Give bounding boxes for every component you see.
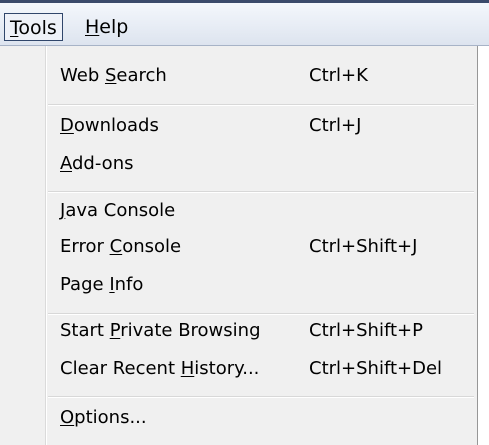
- menu-item-clear-recent-history[interactable]: Clear Recent History... Ctrl+Shift+Del: [0, 349, 478, 389]
- menu-tools-label-post: ools: [18, 17, 57, 39]
- menu-item-label: Options...: [60, 407, 147, 428]
- menu-help[interactable]: Help: [80, 13, 133, 41]
- menu-item-label: Web Search: [60, 65, 167, 86]
- menu-item-label: Downloads: [60, 115, 159, 136]
- menu-item-downloads[interactable]: Downloads Ctrl+J: [0, 106, 478, 146]
- menu-item-start-private-browsing[interactable]: Start Private Browsing Ctrl+Shift+P: [0, 311, 478, 351]
- menu-item-page-info[interactable]: Page Info: [0, 265, 478, 305]
- menu-item-label: Start Private Browsing: [60, 320, 261, 341]
- menu-item-label: Clear Recent History...: [60, 358, 260, 379]
- menu-item-shortcut: Ctrl+K: [309, 65, 368, 86]
- menu-item-label: Page Info: [60, 274, 144, 295]
- tools-menu-popup: Web Search Ctrl+K Downloads Ctrl+J Add-o…: [0, 46, 478, 445]
- menu-item-java-console[interactable]: Java Console: [0, 191, 478, 231]
- menu-item-error-console[interactable]: Error Console Ctrl+Shift+J: [0, 227, 478, 267]
- menu-separator: [48, 396, 474, 397]
- menu-separator: [48, 104, 474, 105]
- menu-item-shortcut: Ctrl+Shift+P: [309, 320, 423, 341]
- menu-help-label-post: elp: [99, 16, 129, 38]
- menu-item-shortcut: Ctrl+J: [309, 115, 362, 136]
- menu-bar: Tools Help: [0, 3, 489, 46]
- menu-item-shortcut: Ctrl+Shift+Del: [309, 358, 443, 379]
- menu-tools[interactable]: Tools: [4, 13, 63, 41]
- menu-item-shortcut: Ctrl+Shift+J: [309, 236, 418, 257]
- menu-item-label: Error Console: [60, 236, 182, 257]
- menu-item-add-ons[interactable]: Add-ons: [0, 144, 478, 184]
- menu-item-label: Add-ons: [60, 153, 134, 174]
- menu-item-web-search[interactable]: Web Search Ctrl+K: [0, 56, 478, 96]
- menu-item-label: Java Console: [60, 200, 176, 221]
- menu-help-access-key: H: [85, 16, 100, 38]
- menu-item-options[interactable]: Options...: [0, 398, 478, 438]
